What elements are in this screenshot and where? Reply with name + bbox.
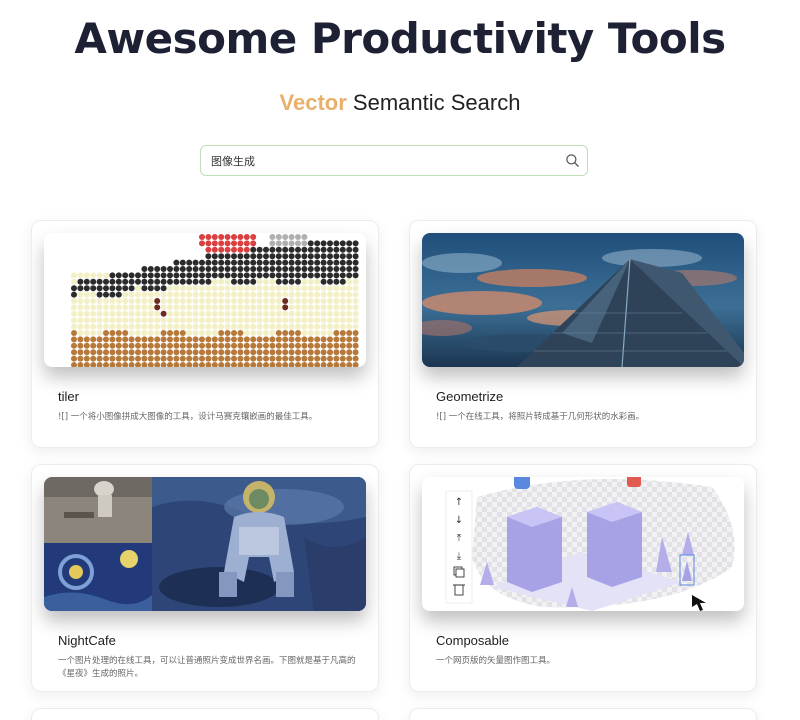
- tool-card-composable[interactable]: ↑ ↓ ⤒ ⤓ Composable 一个网页版的矢量图作图工具。: [409, 464, 757, 692]
- nightcafe-preview-image: [44, 477, 366, 611]
- tool-description: 一个图片处理的在线工具，可以让普通照片变成世界名画。下图就是基于凡高的《星夜》生…: [58, 656, 356, 679]
- tool-card-nightcafe[interactable]: NightCafe 一个图片处理的在线工具，可以让普通照片变成世界名画。下图就是…: [31, 464, 379, 692]
- composable-preview-image: ↑ ↓ ⤒ ⤓: [422, 477, 744, 611]
- svg-text:⤓: ⤓: [457, 551, 462, 562]
- subtitle-accent: Vector: [279, 90, 347, 115]
- geometrize-preview-image: [422, 233, 744, 367]
- tool-name: Composable: [436, 633, 509, 648]
- svg-text:⤒: ⤒: [457, 533, 462, 544]
- page-subtitle: Vector Semantic Search: [0, 90, 800, 116]
- tiler-preview-image: [44, 233, 366, 367]
- search-icon[interactable]: [565, 153, 580, 168]
- svg-text:↓: ↓: [455, 515, 463, 526]
- svg-text:↑: ↑: [455, 497, 463, 508]
- tool-description: ![] 一个将小图像拼成大图像的工具，设计马赛克镶嵌画的最佳工具。: [58, 412, 318, 422]
- tool-name: tiler: [58, 389, 79, 404]
- tool-description: ![] 一个在线工具，将照片转成基于几何形状的水彩画。: [436, 412, 645, 422]
- tool-card-partial[interactable]: [31, 708, 379, 720]
- subtitle-text: Semantic Search: [346, 90, 521, 115]
- tool-card-partial[interactable]: [409, 708, 757, 720]
- tool-card-geometrize[interactable]: Geometrize ![] 一个在线工具，将照片转成基于几何形状的水彩画。: [409, 220, 757, 448]
- tool-card-tiler[interactable]: tiler ![] 一个将小图像拼成大图像的工具，设计马赛克镶嵌画的最佳工具。: [31, 220, 379, 448]
- search-box[interactable]: [200, 145, 588, 176]
- tool-name: NightCafe: [58, 633, 116, 648]
- tool-description: 一个网页版的矢量图作图工具。: [436, 656, 556, 666]
- page-title: Awesome Productivity Tools: [74, 14, 726, 63]
- search-input[interactable]: [211, 152, 551, 170]
- tool-name: Geometrize: [436, 389, 504, 404]
